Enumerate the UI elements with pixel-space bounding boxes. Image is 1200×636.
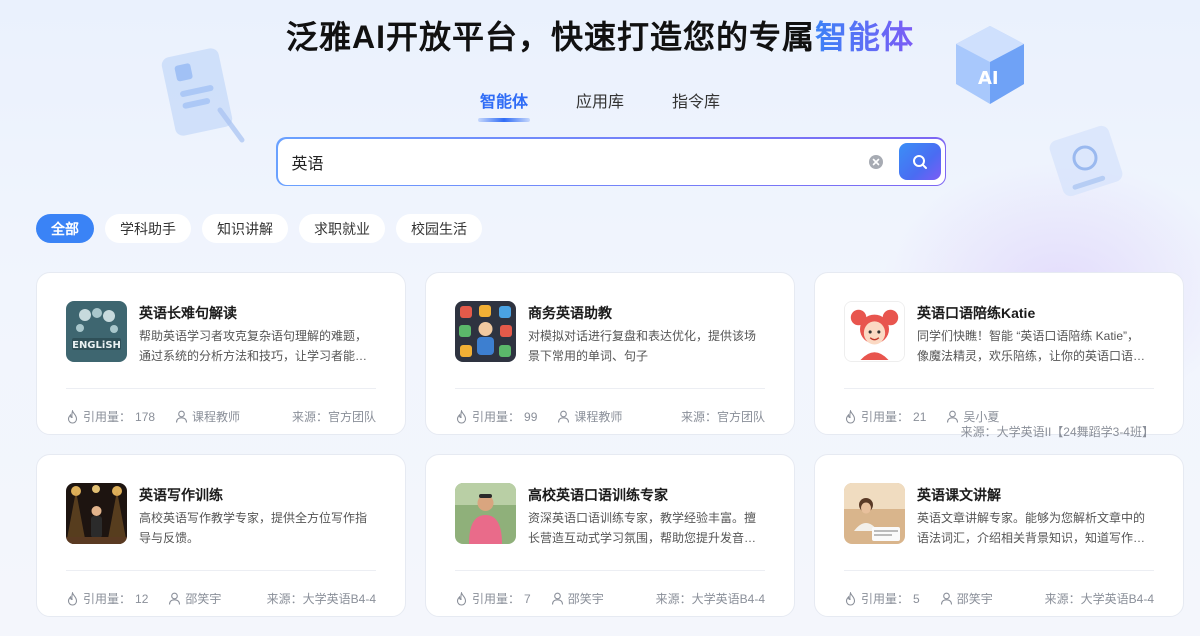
uses-label: 引用量：	[83, 592, 132, 606]
card-divider	[66, 388, 376, 389]
card-divider	[844, 388, 1154, 389]
agent-card[interactable]: 英语口语陪练Katie 同学们快瞧！智能 “英语口语陪练 Katie”， 像魔法…	[814, 272, 1184, 439]
agent-card[interactable]: ENGLiSH 英语长难句解读 帮助英语学习者攻克复杂语句理解的难题，通过系统的…	[36, 272, 406, 435]
business-icons-thumb	[455, 301, 516, 362]
source-value: 官方团队	[716, 410, 765, 424]
fire-icon	[67, 591, 78, 606]
fire-icon	[845, 409, 856, 424]
page-title-accent: 智能体	[815, 19, 915, 55]
user-icon	[558, 410, 570, 423]
card-description: 资深英语口语训练专家，教学经验丰富。擅长营造互动式学习氛围，帮助您提升发音、词汇…	[528, 511, 757, 545]
source-label: 来源：	[266, 592, 303, 606]
agent-card[interactable]: 英语课文讲解 英语文章讲解专家。能够为您解析文章中的语法词汇，介绍相关背景知识，…	[814, 454, 1184, 617]
filter-chips: 全部 学科助手 知识讲解 求职就业 校园生活	[36, 214, 482, 243]
fire-icon	[67, 409, 78, 424]
uses-label: 引用量：	[472, 410, 521, 424]
card-author: 邵笑宇	[567, 592, 604, 606]
card-title: 商务英语助教	[528, 305, 612, 321]
card-author: 邵笑宇	[185, 592, 222, 606]
agent-card[interactable]: 高校英语口语训练专家 资深英语口语训练专家，教学经验丰富。擅长营造互动式学习氛围…	[425, 454, 795, 617]
card-source: 来源：大学英语B4-4	[267, 590, 376, 607]
chip-subject-assistant[interactable]: 学科助手	[105, 214, 191, 243]
page-title: 泛雅AI开放平台，快速打造您的专属智能体	[0, 12, 1200, 58]
fire-icon	[456, 409, 467, 424]
svg-text:AI: AI	[978, 68, 999, 89]
category-tabs: 智能体 应用库 指令库	[0, 88, 1200, 122]
uses-count: 7	[524, 591, 531, 606]
source-label: 来源：	[680, 410, 717, 424]
uses-count: 5	[913, 591, 920, 606]
uses-label: 引用量：	[861, 592, 910, 606]
card-divider	[844, 570, 1154, 571]
card-divider	[455, 388, 765, 389]
uses-label: 引用量：	[472, 592, 521, 606]
card-source: 来源：大学英语II【24舞蹈学3-4班】	[961, 423, 1154, 440]
source-label: 来源：	[1044, 592, 1081, 606]
card-source: 来源：官方团队	[292, 408, 376, 425]
uses-count: 99	[524, 409, 538, 424]
search-box	[276, 137, 946, 186]
uses-label: 引用量：	[861, 410, 910, 424]
source-label: 来源：	[655, 592, 692, 606]
card-source: 来源：大学英语B4-4	[1045, 590, 1154, 607]
search-icon	[912, 154, 927, 169]
user-icon	[169, 592, 181, 605]
user-icon	[940, 592, 952, 605]
card-author: 课程教师	[192, 410, 241, 424]
tab-prompt-library[interactable]: 指令库	[672, 88, 720, 122]
card-title: 英语长难句解读	[139, 305, 237, 321]
source-label: 来源：	[291, 410, 328, 424]
tab-agents[interactable]: 智能体	[477, 88, 531, 122]
cartoon-girl-thumb	[844, 301, 905, 362]
card-author: 课程教师	[574, 410, 623, 424]
chip-all[interactable]: 全部	[36, 214, 94, 243]
uses-count: 21	[913, 409, 927, 424]
card-author: 邵笑宇	[956, 592, 993, 606]
card-title: 英语课文讲解	[917, 487, 1001, 503]
source-value: 大学英语B4-4	[691, 592, 765, 606]
chip-knowledge-explain[interactable]: 知识讲解	[202, 214, 288, 243]
card-source: 来源：大学英语B4-4	[656, 590, 765, 607]
user-icon	[947, 410, 959, 423]
card-description: 高校英语写作教学专家，提供全方位写作指导与反馈。	[139, 511, 368, 545]
clear-icon[interactable]	[868, 154, 883, 169]
source-value: 大学英语B4-4	[1080, 592, 1154, 606]
uses-count: 12	[135, 591, 149, 606]
agent-card[interactable]: 商务英语助教 对模拟对话进行复盘和表达优化，提供该场景下常用的单词、句子 引用量…	[425, 272, 795, 435]
chip-campus-life[interactable]: 校园生活	[396, 214, 482, 243]
card-description: 对模拟对话进行复盘和表达优化，提供该场景下常用的单词、句子	[528, 329, 757, 363]
svg-text:ENGLiSH: ENGLiSH	[72, 340, 121, 351]
card-title: 英语写作训练	[139, 487, 223, 503]
card-description: 同学们快瞧！智能 “英语口语陪练 Katie”， 像魔法精灵，欢乐陪练，让你的英…	[917, 329, 1146, 363]
teacher-photo-thumb	[455, 483, 516, 544]
card-divider	[66, 570, 376, 571]
tab-app-library[interactable]: 应用库	[576, 88, 624, 122]
stage-performer-thumb	[66, 483, 127, 544]
source-label: 来源：	[960, 425, 997, 439]
source-value: 官方团队	[327, 410, 376, 424]
card-description: 帮助英语学习者攻克复杂语句理解的难题，通过系统的分析方法和技巧，让学习者能够清晰…	[139, 329, 368, 363]
fire-icon	[456, 591, 467, 606]
user-icon	[175, 410, 188, 423]
card-source: 来源：官方团队	[681, 408, 765, 425]
search-button[interactable]	[898, 143, 941, 180]
card-title: 高校英语口语训练专家	[528, 487, 668, 503]
uses-count: 178	[135, 409, 156, 424]
english-book-thumb: ENGLiSH	[66, 301, 127, 362]
study-photo-thumb	[844, 483, 905, 544]
search-inner	[277, 138, 945, 185]
page-title-text: 泛雅AI开放平台，快速打造您的专属	[285, 19, 815, 55]
uses-label: 引用量：	[83, 410, 132, 424]
search-input[interactable]	[291, 152, 869, 171]
user-icon	[551, 592, 563, 605]
card-description: 英语文章讲解专家。能够为您解析文章中的语法词汇，介绍相关背景知识，知道写作，答疑…	[917, 511, 1146, 545]
card-divider	[455, 570, 765, 571]
card-title: 英语口语陪练Katie	[917, 305, 1036, 321]
source-value: 大学英语II【24舞蹈学3-4班】	[996, 425, 1154, 439]
source-value: 大学英语B4-4	[302, 592, 376, 606]
fire-icon	[845, 591, 856, 606]
agent-card[interactable]: 英语写作训练 高校英语写作教学专家，提供全方位写作指导与反馈。 引用量： 12 邵…	[36, 454, 406, 617]
chip-job-career[interactable]: 求职就业	[299, 214, 385, 243]
decorative-chat-card-icon	[1049, 125, 1123, 197]
